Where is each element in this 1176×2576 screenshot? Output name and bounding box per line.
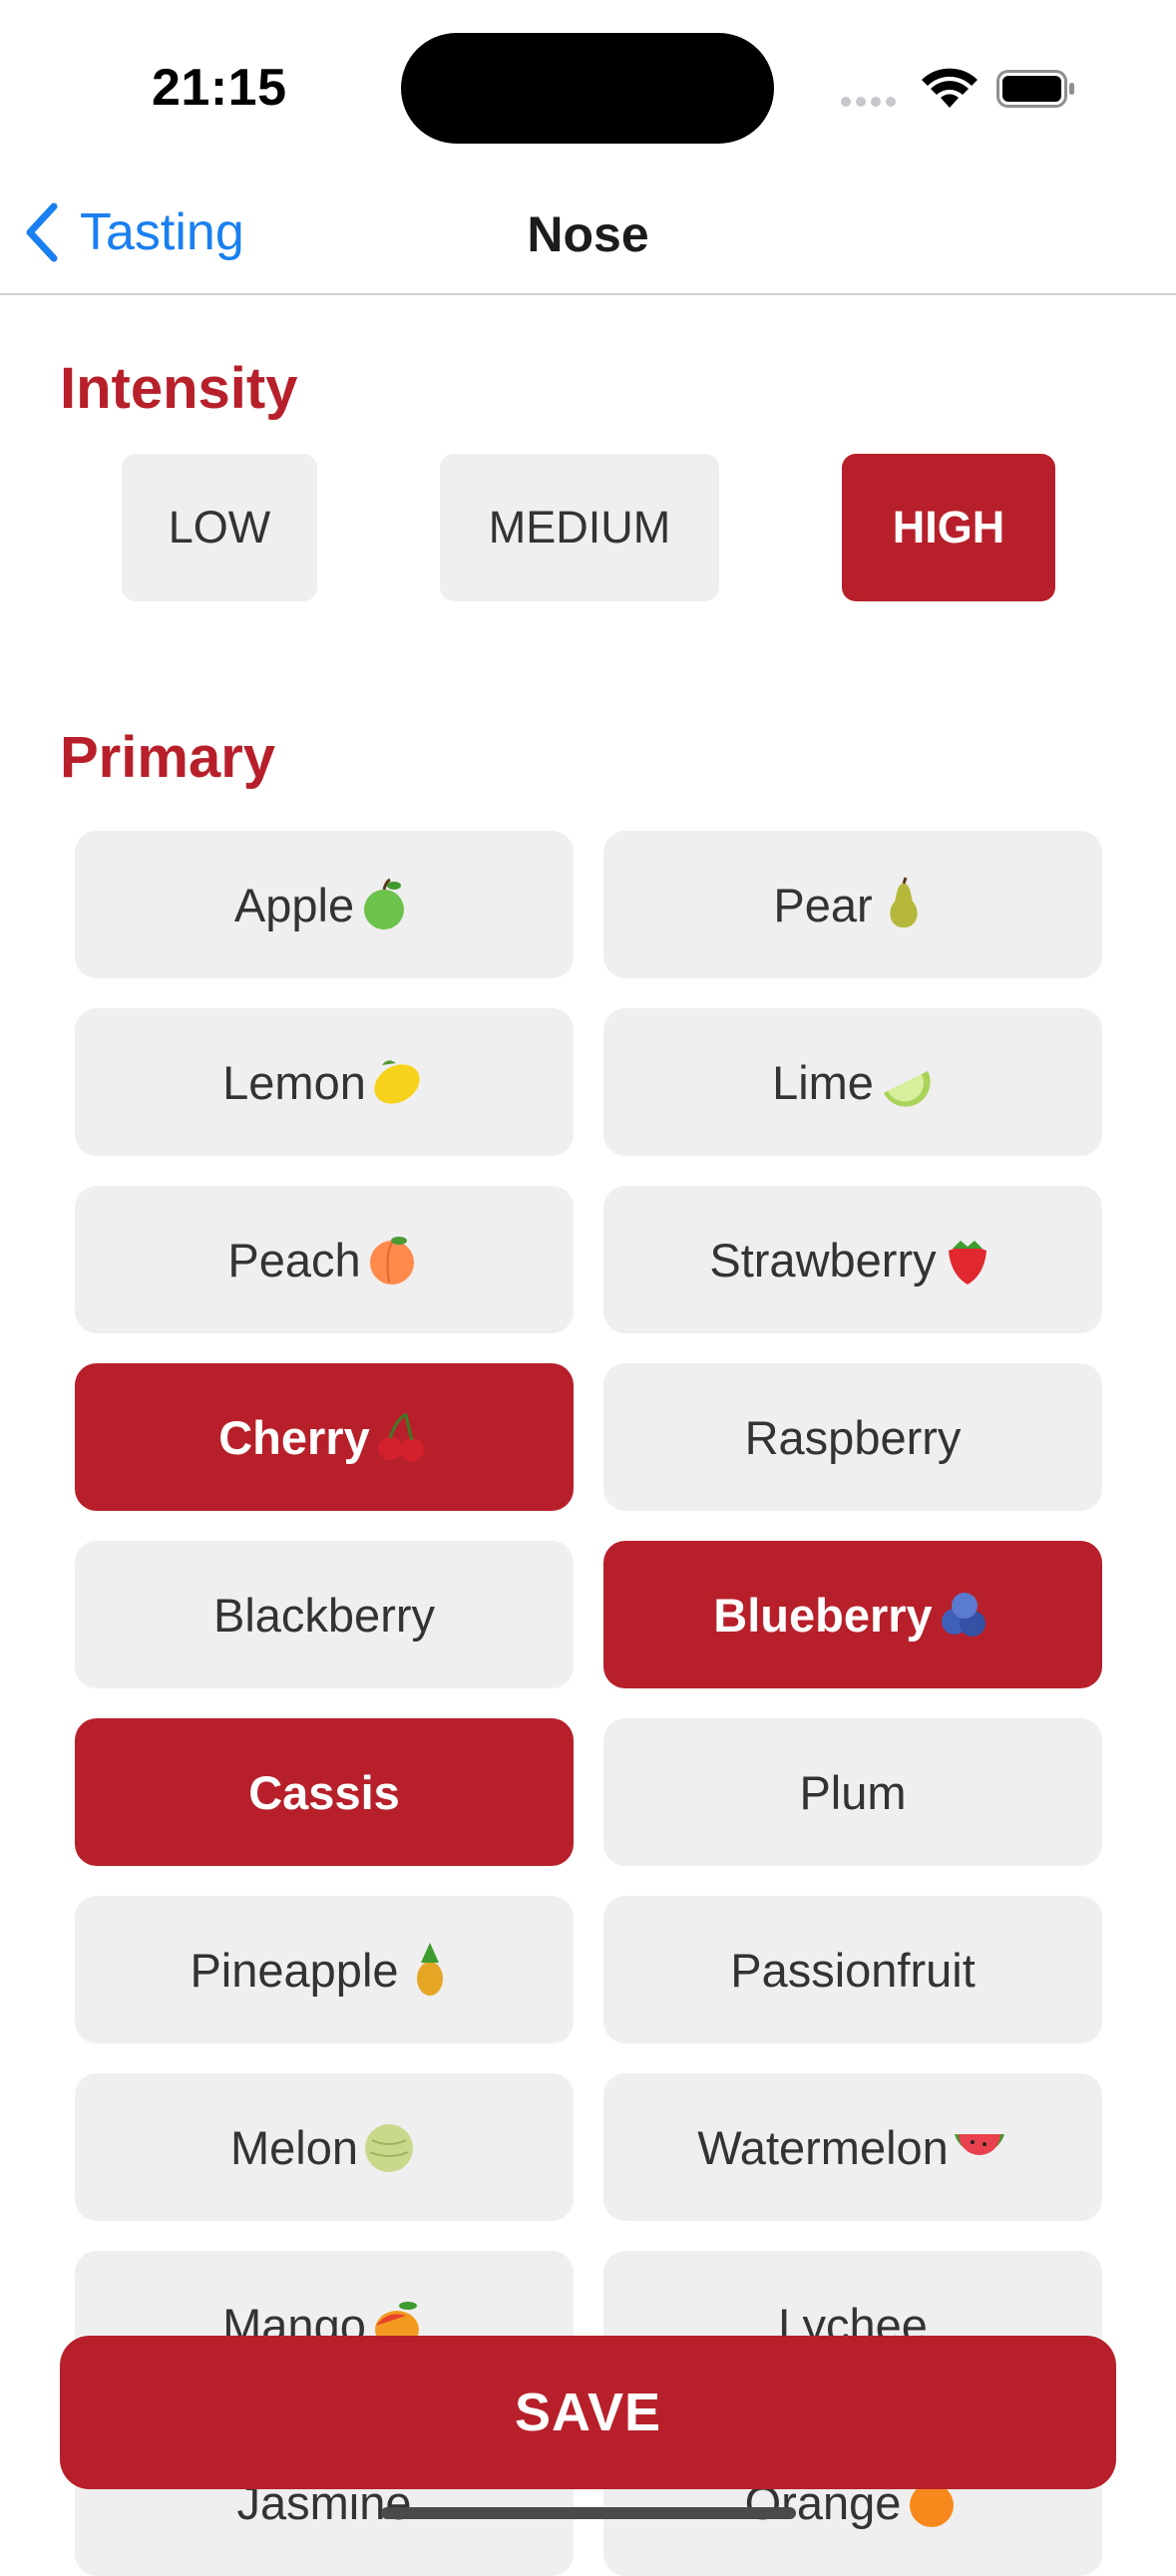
aroma-chip-passionfruit[interactable]: Passionfruit <box>603 1896 1102 2043</box>
dynamic-island <box>401 33 774 144</box>
intensity-heading: Intensity <box>60 356 298 421</box>
cellular-signal-icon <box>841 94 901 112</box>
primary-heading: Primary <box>60 725 276 790</box>
aroma-chip-label: Raspberry <box>744 1410 962 1464</box>
melon-icon <box>360 2118 418 2176</box>
lemon-icon <box>368 1053 426 1111</box>
aroma-chip-label: Lemon <box>222 1055 366 1109</box>
aroma-chip-plum[interactable]: Plum <box>603 1718 1102 1866</box>
pear-icon <box>875 876 933 933</box>
aroma-chip-apple[interactable]: Apple <box>75 831 574 978</box>
aroma-chip-label: Cassis <box>248 1765 400 1819</box>
aroma-chip-label: Pineapple <box>190 1943 399 1997</box>
aroma-chip-label: Cherry <box>218 1410 370 1464</box>
aroma-chip-melon[interactable]: Melon <box>75 2073 574 2221</box>
wifi-icon <box>922 68 978 108</box>
status-time: 21:15 <box>152 59 287 117</box>
green-apple-icon <box>356 876 414 933</box>
lime-icon <box>876 1053 934 1111</box>
aroma-chip-lime[interactable]: Lime <box>603 1008 1102 1156</box>
cherries-icon <box>372 1408 430 1466</box>
aroma-chip-lemon[interactable]: Lemon <box>75 1008 574 1156</box>
battery-icon <box>996 70 1074 108</box>
aroma-chip-blueberry[interactable]: Blueberry <box>603 1541 1102 1688</box>
aroma-chip-strawberry[interactable]: Strawberry <box>603 1186 1102 1333</box>
blueberries-icon <box>935 1586 992 1644</box>
peach-icon <box>363 1231 421 1288</box>
aroma-chip-cherry[interactable]: Cherry <box>75 1363 574 1511</box>
aroma-chip-label: Passionfruit <box>730 1943 976 1997</box>
pineapple-icon <box>401 1941 459 1999</box>
aroma-chip-label: Melon <box>229 2120 358 2174</box>
aroma-chip-label: Watermelon <box>697 2120 949 2174</box>
watermelon-icon <box>951 2118 1008 2176</box>
save-button[interactable]: SAVE <box>60 2336 1116 2489</box>
aroma-chip-label: Blackberry <box>212 1588 435 1642</box>
intensity-medium-button[interactable]: MEDIUM <box>440 454 719 601</box>
aroma-chip-peach[interactable]: Peach <box>75 1186 574 1333</box>
aroma-chip-label: Blueberry <box>713 1588 933 1642</box>
strawberry-icon <box>939 1231 996 1288</box>
aroma-chip-label: Lime <box>772 1055 874 1109</box>
intensity-low-button[interactable]: LOW <box>122 454 317 601</box>
intensity-high-button[interactable]: HIGH <box>842 454 1055 601</box>
aroma-chip-label: Strawberry <box>709 1233 937 1287</box>
aroma-chip-label: Apple <box>233 878 355 931</box>
aroma-chip-label: Plum <box>799 1765 907 1819</box>
aroma-chip-label: Peach <box>227 1233 361 1287</box>
aroma-chip-pineapple[interactable]: Pineapple <box>75 1896 574 2043</box>
aroma-chip-label: Pear <box>773 878 873 931</box>
aroma-chip-raspberry[interactable]: Raspberry <box>603 1363 1102 1511</box>
aroma-chip-watermelon[interactable]: Watermelon <box>603 2073 1102 2221</box>
aroma-chip-blackberry[interactable]: Blackberry <box>75 1541 574 1688</box>
aroma-chip-pear[interactable]: Pear <box>603 831 1102 978</box>
page-title: Nose <box>527 206 649 262</box>
aroma-chip-cassis[interactable]: Cassis <box>75 1718 574 1866</box>
home-indicator <box>381 2507 796 2519</box>
